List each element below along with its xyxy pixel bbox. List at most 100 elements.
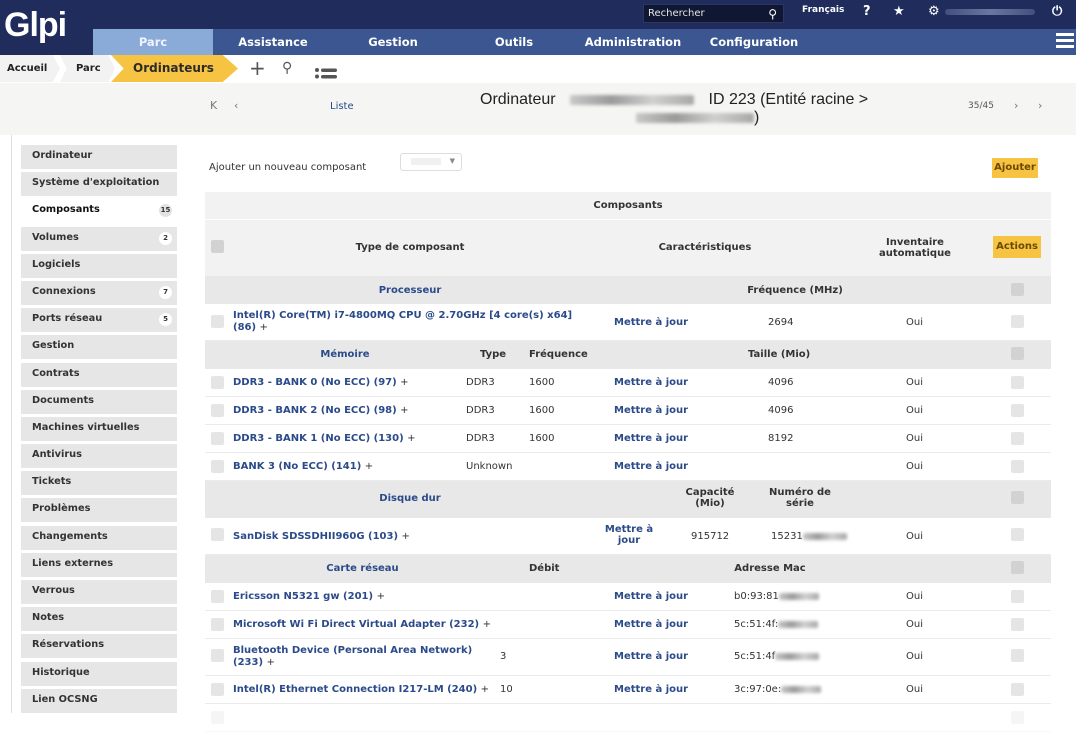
menu-gestion[interactable]: Gestion: [343, 29, 443, 55]
star-icon[interactable]: ★: [893, 4, 905, 19]
row-checkbox[interactable]: [1011, 528, 1024, 541]
tab-antivirus[interactable]: Antivirus: [21, 444, 177, 469]
update-link[interactable]: Mettre à jour: [614, 405, 688, 416]
list-link[interactable]: Liste: [330, 101, 354, 112]
update-link[interactable]: Mettre à jour: [614, 377, 688, 388]
breadcrumb-parc[interactable]: Parc: [60, 55, 115, 82]
power-icon[interactable]: ⏻: [1052, 4, 1062, 19]
tab-contrats[interactable]: Contrats: [21, 362, 177, 387]
update-link[interactable]: Mettre à jour: [614, 317, 688, 328]
gear-icon[interactable]: ⚙: [928, 4, 940, 19]
component-link[interactable]: Microsoft Wi Fi Direct Virtual Adapter (…: [233, 619, 491, 630]
component-link[interactable]: SanDisk SDSSDHII960G (103) +: [233, 531, 410, 542]
glpi-logo[interactable]: Glpi: [4, 2, 94, 52]
tab-verrous[interactable]: Verrous: [21, 580, 177, 604]
tab-gestion[interactable]: Gestion: [21, 335, 177, 360]
last-item-button[interactable]: ›: [1038, 99, 1042, 112]
tab-tickets[interactable]: Tickets: [21, 471, 177, 496]
row-checkbox[interactable]: [211, 618, 224, 631]
tab-logiciels[interactable]: Logiciels: [21, 253, 177, 278]
previous-item-button[interactable]: ‹: [234, 99, 238, 112]
update-link[interactable]: Mettre à jour: [600, 524, 658, 546]
update-link[interactable]: Mettre à jour: [614, 619, 688, 630]
group-checkbox[interactable]: [1011, 491, 1024, 504]
select-all-checkbox[interactable]: [211, 240, 224, 253]
help-icon[interactable]: ?: [863, 4, 871, 19]
group-checkbox[interactable]: [1011, 561, 1024, 574]
search-icon[interactable]: ⚲: [768, 7, 777, 21]
network-header[interactable]: Carte réseau: [295, 563, 430, 574]
tab-machines-virtuelles[interactable]: Machines virtuelles: [21, 416, 177, 441]
row-checkbox[interactable]: [1011, 460, 1024, 473]
language-selector[interactable]: Français: [802, 5, 844, 15]
tab-documents[interactable]: Documents: [21, 389, 177, 414]
component-link[interactable]: Bluetooth Device (Personal Area Network)…: [233, 645, 473, 669]
tab-connexions[interactable]: Connexions 7: [21, 280, 177, 305]
row-checkbox[interactable]: [1011, 315, 1024, 328]
row-checkbox[interactable]: [211, 432, 224, 445]
update-link[interactable]: Mettre à jour: [614, 433, 688, 444]
list-icon[interactable]: [314, 64, 338, 84]
first-item-button[interactable]: K: [210, 99, 217, 112]
component-link[interactable]: DDR3 - BANK 1 (No ECC) (130) +: [233, 433, 416, 444]
row-checkbox[interactable]: [211, 683, 224, 696]
component-link[interactable]: Intel(R) Core(TM) i7-4800MQ CPU @ 2.70GH…: [233, 310, 593, 334]
component-link[interactable]: DDR3 - BANK 2 (No ECC) (98) +: [233, 405, 409, 416]
actions-button[interactable]: Actions: [993, 236, 1041, 258]
group-checkbox[interactable]: [1011, 347, 1024, 360]
tab-liens-externes[interactable]: Liens externes: [21, 552, 177, 577]
component-type-select[interactable]: ▼: [400, 153, 462, 171]
search-input[interactable]: [644, 5, 762, 22]
row-checkbox[interactable]: [211, 460, 224, 473]
menu-configuration[interactable]: Configuration: [703, 29, 805, 55]
row-checkbox[interactable]: [211, 315, 224, 328]
tab-notes[interactable]: Notes: [21, 607, 177, 632]
update-link[interactable]: Mettre à jour: [614, 461, 688, 472]
tab-reservations[interactable]: Réservations: [21, 634, 177, 659]
row-checkbox[interactable]: [211, 590, 224, 603]
row-checkbox[interactable]: [211, 404, 224, 417]
memory-header[interactable]: Mémoire: [295, 349, 395, 360]
tab-lien-ocsng[interactable]: Lien OCSNG: [21, 688, 177, 713]
disk-header[interactable]: Disque dur: [325, 493, 495, 504]
processor-header[interactable]: Processeur: [325, 285, 495, 296]
group-checkbox[interactable]: [1011, 283, 1024, 296]
row-checkbox[interactable]: [211, 528, 224, 541]
search-icon[interactable]: ⚲: [282, 60, 292, 76]
tab-changements[interactable]: Changements: [21, 525, 177, 550]
user-name[interactable]: [945, 9, 1035, 15]
hamburger-menu-icon[interactable]: [1056, 33, 1074, 49]
menu-outils[interactable]: Outils: [465, 29, 563, 55]
tab-historique[interactable]: Historique: [21, 661, 177, 686]
add-button[interactable]: Ajouter: [992, 158, 1038, 178]
component-link[interactable]: Ericsson N5321 gw (201) +: [233, 591, 385, 602]
tab-ordinateur[interactable]: Ordinateur: [21, 145, 177, 169]
next-item-button[interactable]: ›: [1014, 99, 1018, 112]
component-link[interactable]: DDR3 - BANK 0 (No ECC) (97) +: [233, 377, 409, 388]
row-checkbox[interactable]: [1011, 683, 1024, 696]
global-search[interactable]: ⚲: [643, 4, 784, 23]
row-checkbox[interactable]: [1011, 618, 1024, 631]
component-link[interactable]: Intel(R) Ethernet Connection I217-LM (24…: [233, 684, 489, 695]
tab-volumes[interactable]: Volumes 2: [21, 226, 177, 251]
menu-administration[interactable]: Administration: [577, 29, 689, 55]
component-link[interactable]: BANK 3 (No ECC) (141) +: [233, 461, 373, 472]
row-checkbox[interactable]: [1011, 404, 1024, 417]
row-checkbox[interactable]: [1011, 649, 1024, 662]
update-link[interactable]: Mettre à jour: [614, 684, 688, 695]
row-checkbox[interactable]: [211, 376, 224, 389]
row-checkbox[interactable]: [211, 649, 224, 662]
row-checkbox[interactable]: [1011, 590, 1024, 603]
menu-assistance[interactable]: Assistance: [221, 29, 325, 55]
row-checkbox[interactable]: [1011, 432, 1024, 445]
breadcrumb-accueil[interactable]: Accueil: [0, 55, 60, 82]
update-link[interactable]: Mettre à jour: [614, 651, 688, 662]
breadcrumb-ordinateurs[interactable]: Ordinateurs: [111, 55, 238, 82]
row-checkbox[interactable]: [1011, 376, 1024, 389]
tab-problemes[interactable]: Problèmes: [21, 498, 177, 523]
update-link[interactable]: Mettre à jour: [614, 591, 688, 602]
tab-composants[interactable]: Composants 15: [21, 199, 177, 224]
tab-ports-reseau[interactable]: Ports réseau 5: [21, 308, 177, 333]
add-icon[interactable]: +: [249, 56, 266, 80]
menu-parc[interactable]: Parc: [93, 29, 213, 55]
